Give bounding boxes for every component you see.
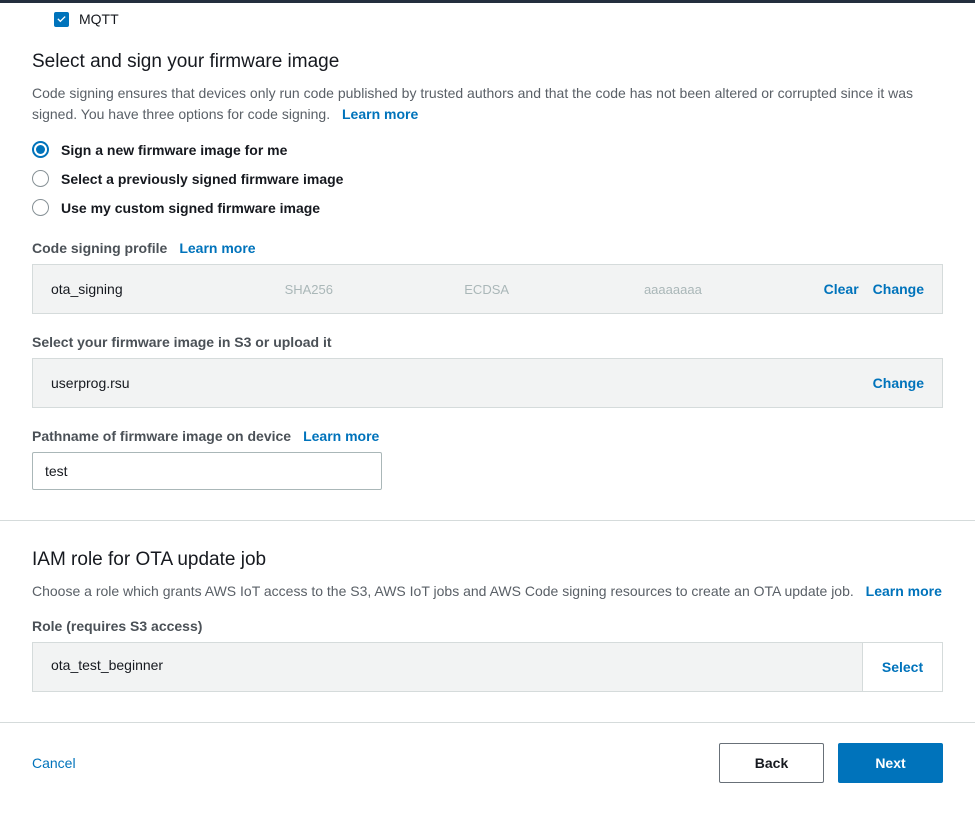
- iam-desc-text: Choose a role which grants AWS IoT acces…: [32, 583, 854, 599]
- section-title-firmware: Select and sign your firmware image: [32, 51, 943, 73]
- pathname-learn-more-link[interactable]: Learn more: [303, 428, 379, 444]
- cancel-button[interactable]: Cancel: [32, 755, 76, 771]
- learn-more-link[interactable]: Learn more: [342, 106, 418, 122]
- profile-learn-more-link[interactable]: Learn more: [179, 240, 255, 256]
- role-group: Role (requires S3 access) ota_test_begin…: [32, 618, 943, 692]
- radio-icon: [32, 170, 49, 187]
- profile-name: ota_signing: [51, 281, 285, 297]
- radio-label: Sign a new firmware image for me: [61, 142, 287, 158]
- role-select-button[interactable]: Select: [862, 643, 942, 691]
- radio-icon: [32, 199, 49, 216]
- mqtt-label: MQTT: [79, 11, 119, 27]
- profile-algo: ECDSA: [464, 282, 644, 297]
- pathname-group: Pathname of firmware image on device Lea…: [32, 428, 943, 490]
- profile-label: Code signing profile: [32, 240, 167, 256]
- radio-select-previous[interactable]: Select a previously signed firmware imag…: [32, 170, 943, 187]
- role-label-row: Role (requires S3 access): [32, 618, 943, 634]
- next-button[interactable]: Next: [838, 743, 943, 783]
- back-button[interactable]: Back: [719, 743, 824, 783]
- profile-hash: SHA256: [285, 282, 465, 297]
- profile-extra: aaaaaaaa: [644, 282, 824, 297]
- profile-clear-button[interactable]: Clear: [824, 281, 859, 297]
- section-desc-iam: Choose a role which grants AWS IoT acces…: [32, 581, 943, 602]
- s3-image-label-row: Select your firmware image in S3 or uplo…: [32, 334, 943, 350]
- profile-change-button[interactable]: Change: [873, 281, 924, 297]
- s3-image-label: Select your firmware image in S3 or uplo…: [32, 334, 332, 350]
- mqtt-option[interactable]: MQTT: [32, 3, 943, 27]
- s3-image-change-button[interactable]: Change: [873, 375, 924, 391]
- radio-custom-signed[interactable]: Use my custom signed firmware image: [32, 199, 943, 216]
- section-desc-firmware: Code signing ensures that devices only r…: [32, 83, 943, 125]
- iam-learn-more-link[interactable]: Learn more: [866, 583, 942, 599]
- code-signing-profile-group: Code signing profile Learn more ota_sign…: [32, 240, 943, 314]
- section-desc-text: Code signing ensures that devices only r…: [32, 85, 913, 122]
- radio-icon: [32, 141, 49, 158]
- section-title-iam: IAM role for OTA update job: [32, 549, 943, 571]
- role-name: ota_test_beginner: [33, 643, 862, 691]
- s3-image-row: userprog.rsu Change: [32, 358, 943, 408]
- radio-sign-new[interactable]: Sign a new firmware image for me: [32, 141, 943, 158]
- pathname-input[interactable]: [32, 452, 382, 490]
- signing-radio-group: Sign a new firmware image for me Select …: [32, 141, 943, 216]
- profile-row: ota_signing SHA256 ECDSA aaaaaaaa Clear …: [32, 264, 943, 314]
- footer: Cancel Back Next: [0, 722, 975, 811]
- radio-label: Use my custom signed firmware image: [61, 200, 320, 216]
- pathname-label: Pathname of firmware image on device: [32, 428, 291, 444]
- section-divider: [0, 520, 975, 521]
- pathname-label-row: Pathname of firmware image on device Lea…: [32, 428, 943, 444]
- s3-image-value: userprog.rsu: [51, 375, 873, 391]
- profile-label-row: Code signing profile Learn more: [32, 240, 943, 256]
- checkbox-icon: [54, 12, 69, 27]
- role-row: ota_test_beginner Select: [32, 642, 943, 692]
- s3-image-group: Select your firmware image in S3 or uplo…: [32, 334, 943, 408]
- role-label: Role (requires S3 access): [32, 618, 202, 634]
- radio-label: Select a previously signed firmware imag…: [61, 171, 343, 187]
